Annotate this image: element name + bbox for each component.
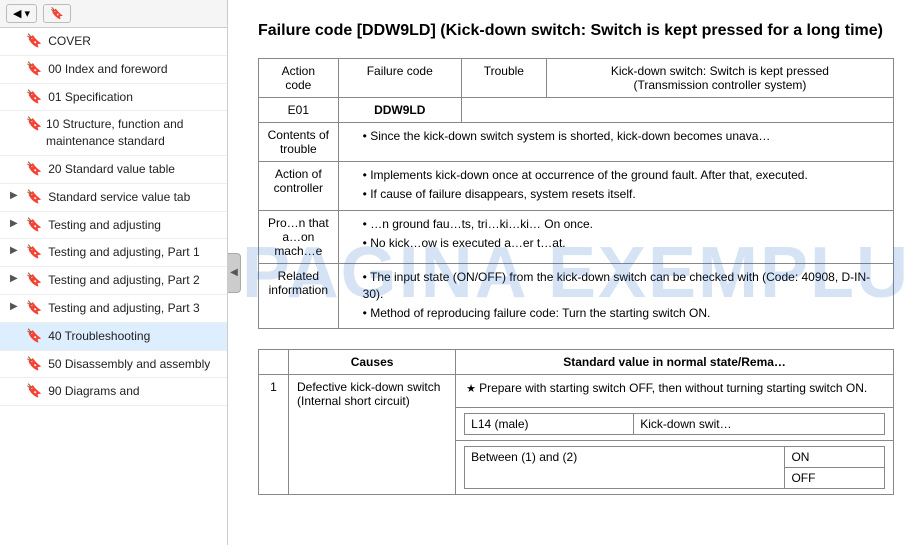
sidebar-toolbar: ◀ ▾ 🔖 bbox=[0, 0, 227, 28]
row-label-action: Action ofcontroller bbox=[259, 162, 339, 211]
sidebar-item-20-standard[interactable]: 🔖 20 Standard value table bbox=[0, 156, 227, 184]
collapse-handle[interactable]: ◀ bbox=[228, 253, 241, 293]
sidebar-item-label: 50 Disassembly and assembly bbox=[48, 356, 210, 373]
bookmark-icon: 🔖 bbox=[26, 244, 42, 260]
bookmark-icon: 🔖 bbox=[26, 300, 42, 316]
sidebar-item-standard-service[interactable]: ▶ 🔖 Standard service value tab bbox=[0, 184, 227, 212]
between-on: ON bbox=[785, 446, 885, 467]
row-action-detail: Implements kick-down once at occurrence … bbox=[338, 162, 893, 211]
sidebar-item-label: 20 Standard value table bbox=[48, 161, 175, 178]
bookmark-icon: 🔖 bbox=[26, 383, 42, 399]
arrow-icon: ▶ bbox=[10, 273, 20, 284]
bookmark-icon: 🔖 bbox=[26, 161, 42, 177]
bookmark-icon: 🔖 bbox=[26, 272, 42, 288]
bookmark-icon: 🔖 bbox=[50, 7, 64, 20]
causes-col-standard: Standard value in normal state/Rema… bbox=[456, 350, 894, 375]
cause-connector-row: L14 (male) Kick-down swit… bbox=[456, 407, 894, 440]
connector-label: L14 (male) bbox=[465, 413, 634, 434]
row-label-related: Relatedinformation bbox=[259, 263, 339, 328]
arrow-icon: ▶ bbox=[10, 190, 20, 201]
main-content: PAGINA EXEMPLU ◀ Failure code [DDW9LD] (… bbox=[228, 0, 924, 545]
sidebar-item-testing-adj-2[interactable]: ▶ 🔖 Testing and adjusting, Part 2 bbox=[0, 267, 227, 295]
causes-table: Causes Standard value in normal state/Re… bbox=[258, 349, 894, 494]
bookmark-icon: 🔖 bbox=[26, 328, 42, 344]
sidebar-item-label: COVER bbox=[48, 33, 91, 50]
col-action-code: Action code bbox=[259, 59, 339, 98]
sidebar-item-label: 40 Troubleshooting bbox=[48, 328, 150, 345]
sidebar-item-cover[interactable]: 🔖 COVER bbox=[0, 28, 227, 56]
bookmark-icon: 🔖 bbox=[26, 61, 42, 77]
back-icon: ◀ bbox=[13, 7, 21, 20]
sidebar-item-label: 01 Specification bbox=[48, 89, 133, 106]
sidebar-item-label: 90 Diagrams and bbox=[48, 383, 139, 400]
cause-standard-note: Prepare with starting switch OFF, then w… bbox=[456, 375, 894, 407]
sidebar-item-90-diagrams[interactable]: 🔖 90 Diagrams and bbox=[0, 378, 227, 406]
col-trouble-detail: Kick-down switch: Switch is kept pressed… bbox=[546, 59, 893, 98]
sidebar-item-10-structure[interactable]: 🔖 10 Structure, function and maintenance… bbox=[0, 111, 227, 156]
bookmark-icon: 🔖 bbox=[26, 356, 42, 372]
content-area: PAGINA EXEMPLU ◀ Failure code [DDW9LD] (… bbox=[228, 0, 924, 545]
trouble-value bbox=[461, 98, 893, 123]
cause-num: 1 bbox=[259, 375, 289, 494]
arrow-icon: ▶ bbox=[10, 301, 20, 312]
sidebar-item-label: Testing and adjusting bbox=[48, 217, 161, 234]
sidebar: ◀ ▾ 🔖 🔖 COVER 🔖 00 Index and foreword 🔖 … bbox=[0, 0, 228, 545]
causes-col-num bbox=[259, 350, 289, 375]
cause-between-row: Between (1) and (2) ON OFF bbox=[456, 440, 894, 494]
info-table: Action code Failure code Trouble Kick-do… bbox=[258, 58, 894, 329]
sidebar-item-testing-adj-1[interactable]: ▶ 🔖 Testing and adjusting, Part 1 bbox=[0, 239, 227, 267]
between-off: OFF bbox=[785, 467, 885, 488]
row-related-detail: The input state (ON/OFF) from the kick-d… bbox=[338, 263, 893, 328]
bookmark-icon: 🔖 bbox=[26, 33, 42, 49]
bookmark-icon: 🔖 bbox=[26, 116, 40, 132]
sidebar-item-testing-adj[interactable]: ▶ 🔖 Testing and adjusting bbox=[0, 212, 227, 240]
col-failure-code: Failure code bbox=[338, 59, 461, 98]
back-button[interactable]: ◀ ▾ bbox=[6, 4, 37, 23]
sidebar-item-40-trouble[interactable]: 🔖 40 Troubleshooting bbox=[0, 323, 227, 351]
sidebar-item-01-spec[interactable]: 🔖 01 Specification bbox=[0, 84, 227, 112]
sidebar-item-label: Standard service value tab bbox=[48, 189, 190, 206]
bookmark-icon: 🔖 bbox=[26, 89, 42, 105]
row-label-problem: Pro…n thata…onmach…e bbox=[259, 210, 339, 263]
arrow-icon: ▶ bbox=[10, 245, 20, 256]
bookmark-button[interactable]: 🔖 bbox=[43, 4, 71, 23]
page-title: Failure code [DDW9LD] (Kick-down switch:… bbox=[258, 20, 894, 42]
sidebar-item-label: Testing and adjusting, Part 3 bbox=[48, 300, 199, 317]
sidebar-item-label: 10 Structure, function and maintenance s… bbox=[46, 116, 219, 150]
col-trouble: Trouble bbox=[461, 59, 546, 98]
sidebar-item-label: Testing and adjusting, Part 2 bbox=[48, 272, 199, 289]
dropdown-icon: ▾ bbox=[24, 7, 30, 20]
arrow-icon: ▶ bbox=[10, 218, 20, 229]
failure-code-value: DDW9LD bbox=[338, 98, 461, 123]
row-contents-detail: Since the kick-down switch system is sho… bbox=[338, 123, 893, 162]
row-problem-detail: …n ground fau…ts, tri…ki…ki… On once. No… bbox=[338, 210, 893, 263]
bookmark-icon: 🔖 bbox=[26, 217, 42, 233]
sidebar-item-50-disassembly[interactable]: 🔖 50 Disassembly and assembly bbox=[0, 351, 227, 379]
sidebar-item-00-index[interactable]: 🔖 00 Index and foreword bbox=[0, 56, 227, 84]
cause-description: Defective kick-down switch(Internal shor… bbox=[289, 375, 456, 494]
connector-value: Kick-down swit… bbox=[634, 413, 885, 434]
sidebar-list: 🔖 COVER 🔖 00 Index and foreword 🔖 01 Spe… bbox=[0, 28, 227, 545]
bookmark-icon: 🔖 bbox=[26, 189, 42, 205]
sidebar-item-testing-adj-3[interactable]: ▶ 🔖 Testing and adjusting, Part 3 bbox=[0, 295, 227, 323]
between-label: Between (1) and (2) bbox=[465, 446, 785, 488]
sidebar-item-label: 00 Index and foreword bbox=[48, 61, 167, 78]
sidebar-item-label: Testing and adjusting, Part 1 bbox=[48, 244, 199, 261]
row-label-contents: Contents oftrouble bbox=[259, 123, 339, 162]
causes-col-cause: Causes bbox=[289, 350, 456, 375]
action-code-value: E01 bbox=[259, 98, 339, 123]
